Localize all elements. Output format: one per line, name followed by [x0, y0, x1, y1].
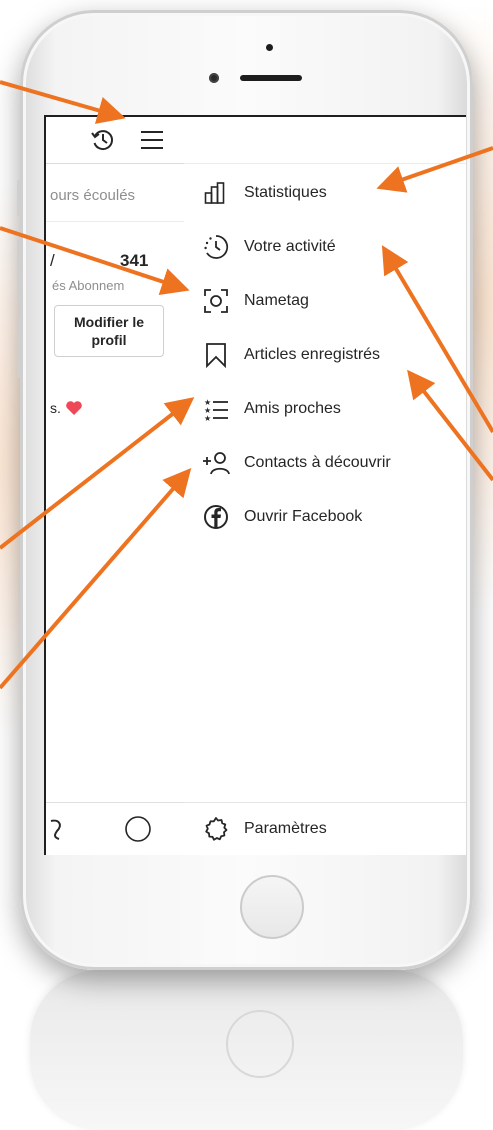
- arrow-to-statistiques: [376, 146, 493, 193]
- arrow-to-contacts: [0, 467, 192, 690]
- arrow-to-articles: [407, 369, 493, 482]
- arrow-to-nametag: [0, 226, 190, 296]
- arrow-to-votre-activite: [381, 245, 493, 434]
- arrow-to-amis-proches: [0, 397, 195, 550]
- arrow-to-history: [0, 80, 126, 124]
- annotation-arrows: [0, 80, 493, 690]
